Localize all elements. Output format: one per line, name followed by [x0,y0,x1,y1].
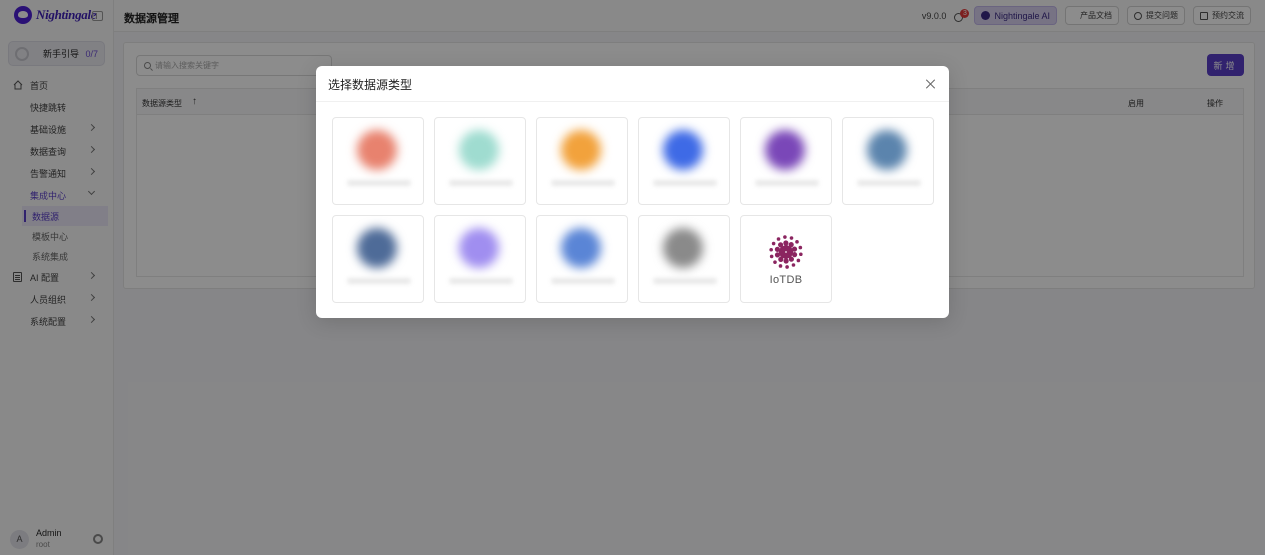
datasource-type-card[interactable] [536,215,628,303]
datasource-type-card[interactable] [434,117,526,205]
datasource-type-card[interactable] [536,117,628,205]
datasource-type-label-blurred [449,180,513,186]
datasource-logo-icon [357,130,397,170]
datasource-type-card[interactable] [332,215,424,303]
datasource-logo-icon [867,130,907,170]
datasource-logo-icon [459,228,499,268]
datasource-type-label-blurred [653,278,717,284]
iotdb-logo-icon [769,235,803,269]
datasource-type-label-blurred [857,180,921,186]
datasource-type-card[interactable] [740,117,832,205]
select-datasource-modal: 选择数据源类型 IoTDB [316,66,949,318]
datasource-logo-icon [561,130,601,170]
datasource-logo-icon [459,130,499,170]
datasource-type-label-blurred [551,180,615,186]
datasource-type-card[interactable] [638,215,730,303]
datasource-type-card[interactable] [332,117,424,205]
datasource-logo-icon [663,130,703,170]
datasource-type-label-blurred [449,278,513,284]
datasource-type-label-blurred [347,180,411,186]
datasource-logo-icon [663,228,703,268]
datasource-type-label-blurred [755,180,819,186]
datasource-type-label-blurred [347,278,411,284]
datasource-type-card[interactable] [434,215,526,303]
datasource-logo-icon [357,228,397,268]
datasource-type-card[interactable] [638,117,730,205]
datasource-type-card[interactable]: IoTDB [740,215,832,303]
datasource-type-label: IoTDB [769,274,803,286]
close-icon[interactable] [926,79,936,89]
modal-title: 选择数据源类型 [328,78,413,92]
datasource-logo-icon [765,130,805,170]
datasource-type-label-blurred [551,278,615,284]
datasource-logo-icon [561,228,601,268]
modal-header: 选择数据源类型 [316,66,949,102]
datasource-type-label-blurred [653,180,717,186]
datasource-type-card[interactable] [842,117,934,205]
